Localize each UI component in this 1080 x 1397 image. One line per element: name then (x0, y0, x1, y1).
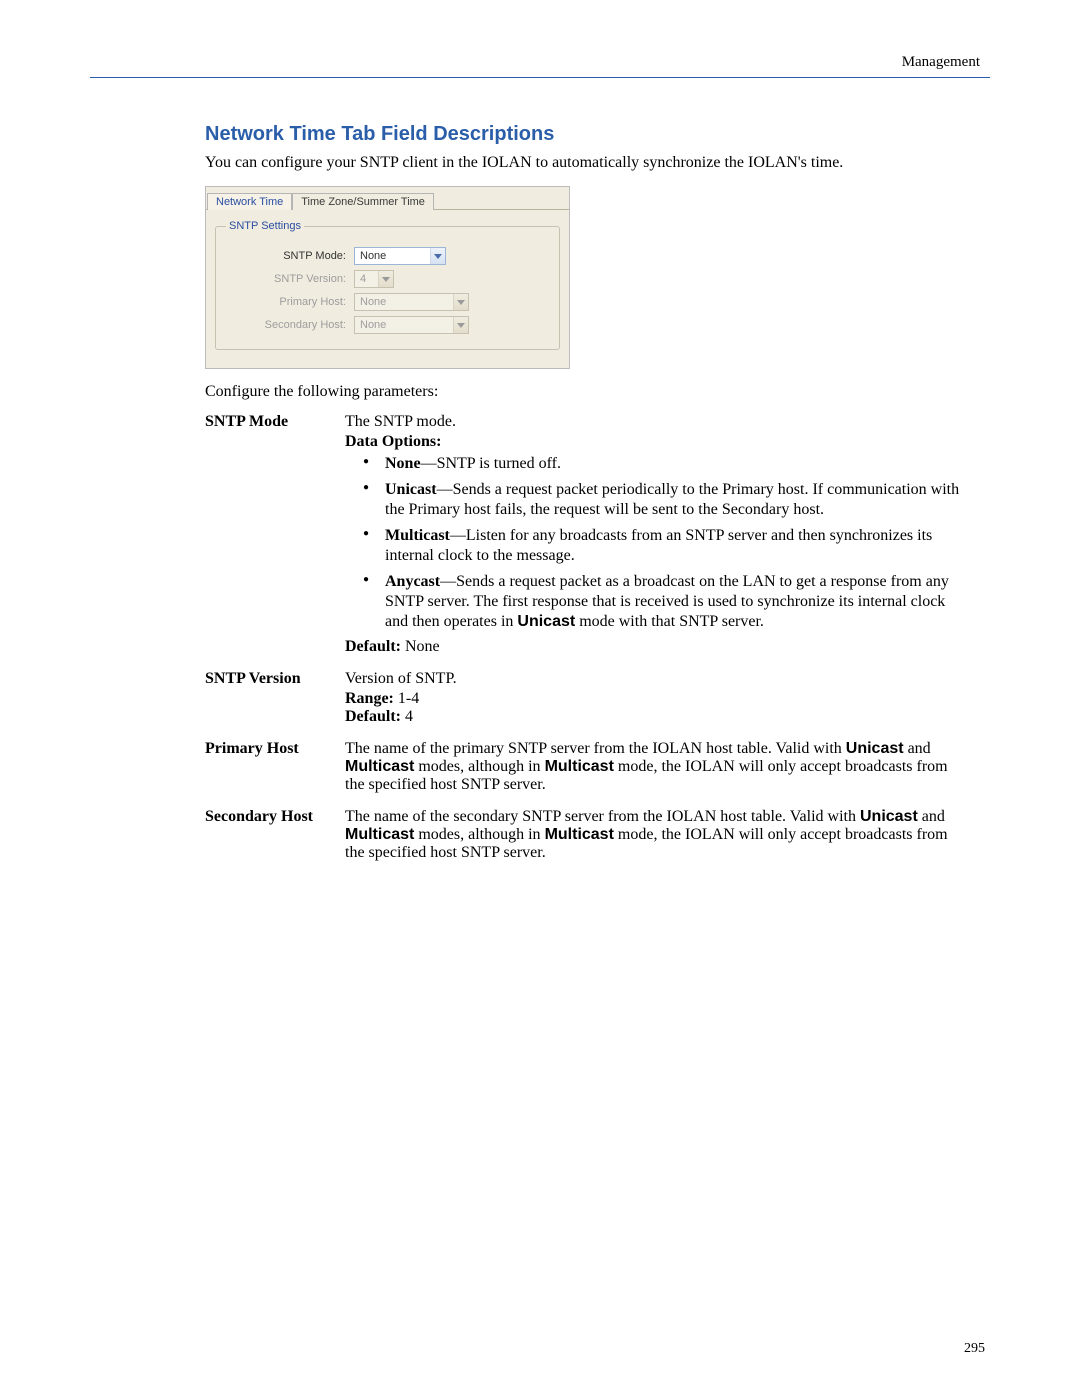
secondary-host-select: None (354, 316, 469, 334)
opt-unicast: Unicast—Sends a request packet periodica… (363, 480, 965, 520)
opt-none-b: None (385, 455, 421, 472)
chevron-down-icon (378, 271, 393, 287)
configure-line: Configure the following parameters: (205, 383, 965, 401)
chevron-down-icon (430, 248, 445, 264)
page-number: 295 (964, 1341, 985, 1357)
sh-t3: modes, although in (414, 826, 544, 843)
secondary-host-label: Secondary Host: (226, 319, 354, 331)
chevron-down-icon (453, 294, 468, 310)
sntp-version-lead: Version of SNTP. (345, 670, 965, 688)
sh-b1: Unicast (860, 808, 918, 825)
ph-b1: Unicast (846, 740, 904, 757)
opt-anycast: Anycast—Sends a request packet as a broa… (363, 572, 965, 632)
sntp-mode-select[interactable]: None (354, 247, 446, 265)
opt-multi-b: Multicast (385, 527, 450, 544)
param-secondary-host-name: Secondary Host (205, 808, 345, 862)
header-rule (90, 77, 990, 78)
default-label: Default: (345, 708, 405, 725)
sh-b3: Multicast (545, 826, 614, 843)
sntp-version-select: 4 (354, 270, 394, 288)
sntp-version-label: SNTP Version: (226, 273, 354, 285)
primary-host-select: None (354, 293, 469, 311)
opt-any-b: Anycast (385, 573, 440, 590)
ph-t3: modes, although in (414, 758, 544, 775)
secondary-host-value: None (355, 317, 453, 333)
sh-t2: and (918, 808, 945, 825)
sh-t1: The name of the secondary SNTP server fr… (345, 808, 860, 825)
default-value: None (405, 638, 440, 655)
section-title: Network Time Tab Field Descriptions (205, 123, 965, 146)
opt-any-bold: Unicast (517, 613, 575, 630)
sntp-config-panel: Network Time Time Zone/Summer Time SNTP … (205, 186, 570, 369)
opt-none-t: —SNTP is turned off. (421, 455, 561, 472)
range-value: 1-4 (398, 690, 419, 707)
sntp-settings-fieldset: SNTP Settings SNTP Mode: None SNTP Versi… (215, 220, 560, 350)
default-value: 4 (405, 708, 413, 725)
opt-uni-t: —Sends a request packet periodically to … (385, 481, 959, 518)
sntp-settings-legend: SNTP Settings (226, 220, 304, 232)
sntp-version-range: Range: 1-4 (345, 690, 965, 708)
ph-t1: The name of the primary SNTP server from… (345, 740, 846, 757)
param-sntp-version-desc: Version of SNTP. Range: 1-4 Default: 4 (345, 670, 965, 726)
tab-timezone[interactable]: Time Zone/Summer Time (292, 193, 434, 210)
ph-b3: Multicast (545, 758, 614, 775)
sntp-version-value: 4 (355, 271, 378, 287)
opt-none: None—SNTP is turned off. (363, 454, 965, 474)
param-sntp-mode-name: SNTP Mode (205, 413, 345, 656)
sntp-mode-lead: The SNTP mode. (345, 413, 965, 431)
opt-uni-b: Unicast (385, 481, 437, 498)
sntp-version-default: Default: 4 (345, 708, 965, 726)
data-options-label: Data Options: (345, 433, 965, 451)
header-right: Management (90, 54, 990, 71)
primary-host-value: None (355, 294, 453, 310)
default-label: Default: (345, 638, 405, 655)
param-secondary-host-desc: The name of the secondary SNTP server fr… (345, 808, 965, 862)
chevron-down-icon (453, 317, 468, 333)
ph-t2: and (904, 740, 931, 757)
param-primary-host-desc: The name of the primary SNTP server from… (345, 740, 965, 794)
sntp-mode-label: SNTP Mode: (226, 250, 354, 262)
param-sntp-version-name: SNTP Version (205, 670, 345, 726)
tab-bar: Network Time Time Zone/Summer Time (206, 187, 569, 210)
opt-multi-t: —Listen for any broadcasts from an SNTP … (385, 527, 932, 564)
param-primary-host-name: Primary Host (205, 740, 345, 794)
section-intro: You can configure your SNTP client in th… (205, 154, 965, 172)
ph-b2: Multicast (345, 758, 414, 775)
opt-multicast: Multicast—Listen for any broadcasts from… (363, 526, 965, 566)
primary-host-label: Primary Host: (226, 296, 354, 308)
sntp-mode-default: Default: None (345, 638, 965, 656)
range-label: Range: (345, 690, 398, 707)
param-sntp-mode-desc: The SNTP mode. Data Options: None—SNTP i… (345, 413, 965, 656)
sh-b2: Multicast (345, 826, 414, 843)
tab-network-time[interactable]: Network Time (207, 193, 292, 210)
opt-any-t2: mode with that SNTP server. (575, 613, 764, 630)
sntp-mode-value: None (355, 248, 430, 264)
